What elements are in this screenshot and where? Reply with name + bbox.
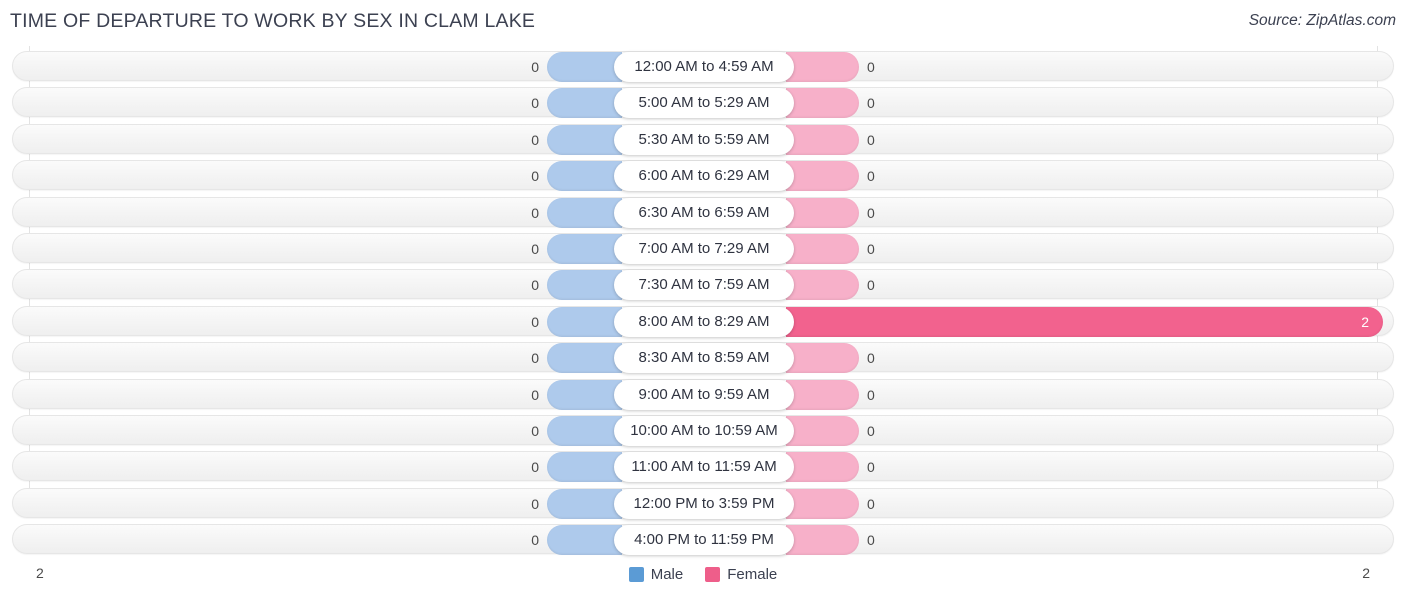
bar-row[interactable]: 0 0 7:30 AM to 7:59 AM bbox=[12, 269, 1394, 301]
legend-label-female: Female bbox=[727, 566, 778, 583]
value-label-female: 2 bbox=[1361, 313, 1369, 330]
value-label-male: 0 bbox=[531, 459, 539, 476]
bar-male[interactable] bbox=[547, 270, 622, 301]
value-label-male: 0 bbox=[531, 59, 539, 75]
value-label-female: 0 bbox=[867, 459, 875, 476]
legend-swatch-female-icon bbox=[705, 567, 721, 582]
bar-male[interactable] bbox=[547, 234, 622, 264]
source-attribution: Source: ZipAtlas.com bbox=[1248, 12, 1396, 29]
value-label-female: 0 bbox=[867, 532, 875, 549]
bar-male[interactable] bbox=[547, 306, 622, 337]
category-label[interactable]: 7:00 AM to 7:29 AM bbox=[614, 234, 794, 264]
value-label-male: 0 bbox=[531, 495, 539, 512]
category-label[interactable]: 8:30 AM to 8:59 AM bbox=[614, 343, 794, 374]
legend-item-male[interactable]: Male bbox=[628, 566, 684, 583]
bar-male[interactable] bbox=[547, 488, 622, 519]
bar-female[interactable] bbox=[786, 343, 859, 374]
chart-root: TIME OF DEPARTURE TO WORK BY SEX IN CLAM… bbox=[0, 0, 1406, 595]
value-label-female: 0 bbox=[867, 131, 875, 148]
bar-row[interactable]: 0 0 5:00 AM to 5:29 AM bbox=[12, 87, 1394, 119]
value-label-male: 0 bbox=[531, 204, 539, 221]
value-label-female: 0 bbox=[867, 241, 875, 257]
bar-row[interactable]: 0 0 5:30 AM to 5:59 AM bbox=[12, 123, 1394, 155]
value-label-male: 0 bbox=[531, 131, 539, 148]
bar-male[interactable] bbox=[547, 52, 622, 82]
bar-row[interactable]: 0 2 8:00 AM to 8:29 AM bbox=[12, 305, 1394, 337]
value-label-male: 0 bbox=[531, 241, 539, 257]
bar-female[interactable] bbox=[786, 197, 859, 228]
category-label[interactable]: 6:30 AM to 6:59 AM bbox=[614, 197, 794, 228]
category-label[interactable]: 12:00 AM to 4:59 AM bbox=[614, 52, 794, 82]
bar-male[interactable] bbox=[547, 452, 622, 483]
value-label-male: 0 bbox=[531, 313, 539, 330]
page-title: TIME OF DEPARTURE TO WORK BY SEX IN CLAM… bbox=[10, 10, 536, 32]
bar-row[interactable]: 0 0 10:00 AM to 10:59 AM bbox=[12, 415, 1394, 446]
bar-female[interactable] bbox=[786, 88, 859, 119]
bar-male[interactable] bbox=[547, 343, 622, 374]
bar-row[interactable]: 0 0 8:30 AM to 8:59 AM bbox=[12, 342, 1394, 374]
chart-header: TIME OF DEPARTURE TO WORK BY SEX IN CLAM… bbox=[0, 0, 1406, 46]
bar-female[interactable] bbox=[786, 525, 859, 556]
bar-row[interactable]: 0 0 7:00 AM to 7:29 AM bbox=[12, 233, 1394, 264]
bar-female[interactable] bbox=[786, 124, 859, 155]
value-label-female: 0 bbox=[867, 495, 875, 512]
chart-legend: Male Female bbox=[0, 566, 1406, 583]
bar-female[interactable] bbox=[786, 161, 859, 192]
bar-male[interactable] bbox=[547, 88, 622, 119]
bar-row[interactable]: 0 0 9:00 AM to 9:59 AM bbox=[12, 378, 1394, 410]
category-label[interactable]: 4:00 PM to 11:59 PM bbox=[614, 525, 794, 556]
bar-row[interactable]: 0 0 6:00 AM to 6:29 AM bbox=[12, 160, 1394, 192]
category-label[interactable]: 6:00 AM to 6:29 AM bbox=[614, 161, 794, 192]
value-label-male: 0 bbox=[531, 168, 539, 185]
value-label-female: 0 bbox=[867, 59, 875, 75]
bar-female[interactable] bbox=[786, 52, 859, 82]
category-label[interactable]: 9:00 AM to 9:59 AM bbox=[614, 379, 794, 410]
value-label-female: 0 bbox=[867, 168, 875, 185]
value-label-female: 0 bbox=[867, 423, 875, 439]
bar-female[interactable] bbox=[786, 488, 859, 519]
bar-female[interactable] bbox=[786, 234, 859, 264]
bar-male[interactable] bbox=[547, 124, 622, 155]
category-label[interactable]: 7:30 AM to 7:59 AM bbox=[614, 270, 794, 301]
bar-row[interactable]: 0 0 11:00 AM to 11:59 AM bbox=[12, 451, 1394, 483]
bar-male[interactable] bbox=[547, 416, 622, 446]
legend-label-male: Male bbox=[650, 566, 684, 583]
plot-area: 0 0 12:00 AM to 4:59 AM 0 0 5:00 AM to 5:29 A… bbox=[0, 46, 1406, 556]
bar-female[interactable] bbox=[786, 452, 859, 483]
category-label[interactable]: 5:30 AM to 5:59 AM bbox=[614, 124, 794, 155]
legend-swatch-male-icon bbox=[628, 567, 644, 582]
bar-row[interactable]: 0 0 4:00 PM to 11:59 PM bbox=[12, 524, 1394, 556]
value-label-male: 0 bbox=[531, 423, 539, 439]
value-label-male: 0 bbox=[531, 277, 539, 294]
value-label-male: 0 bbox=[531, 350, 539, 367]
bar-row[interactable]: 0 0 12:00 AM to 4:59 AM bbox=[12, 51, 1394, 82]
bar-female[interactable] bbox=[786, 379, 859, 410]
value-label-female: 0 bbox=[867, 277, 875, 294]
value-label-female: 0 bbox=[867, 204, 875, 221]
legend-item-female[interactable]: Female bbox=[705, 566, 777, 583]
bar-female[interactable] bbox=[786, 306, 1383, 337]
value-label-female: 0 bbox=[867, 350, 875, 367]
bar-female[interactable] bbox=[786, 416, 859, 446]
value-label-female: 0 bbox=[867, 95, 875, 112]
bar-female[interactable] bbox=[786, 270, 859, 301]
category-label[interactable]: 12:00 PM to 3:59 PM bbox=[614, 488, 794, 519]
category-label[interactable]: 10:00 AM to 10:59 AM bbox=[614, 416, 794, 446]
bar-row[interactable]: 0 0 12:00 PM to 3:59 PM bbox=[12, 487, 1394, 519]
category-label[interactable]: 11:00 AM to 11:59 AM bbox=[614, 452, 794, 483]
category-label[interactable]: 5:00 AM to 5:29 AM bbox=[614, 88, 794, 119]
value-label-male: 0 bbox=[531, 532, 539, 549]
bar-male[interactable] bbox=[547, 197, 622, 228]
bar-male[interactable] bbox=[547, 525, 622, 556]
value-label-female: 0 bbox=[867, 386, 875, 403]
bar-male[interactable] bbox=[547, 161, 622, 192]
value-label-male: 0 bbox=[531, 95, 539, 112]
bar-row[interactable]: 0 0 6:30 AM to 6:59 AM bbox=[12, 196, 1394, 228]
value-label-male: 0 bbox=[531, 386, 539, 403]
category-label[interactable]: 8:00 AM to 8:29 AM bbox=[614, 306, 794, 337]
bar-male[interactable] bbox=[547, 379, 622, 410]
